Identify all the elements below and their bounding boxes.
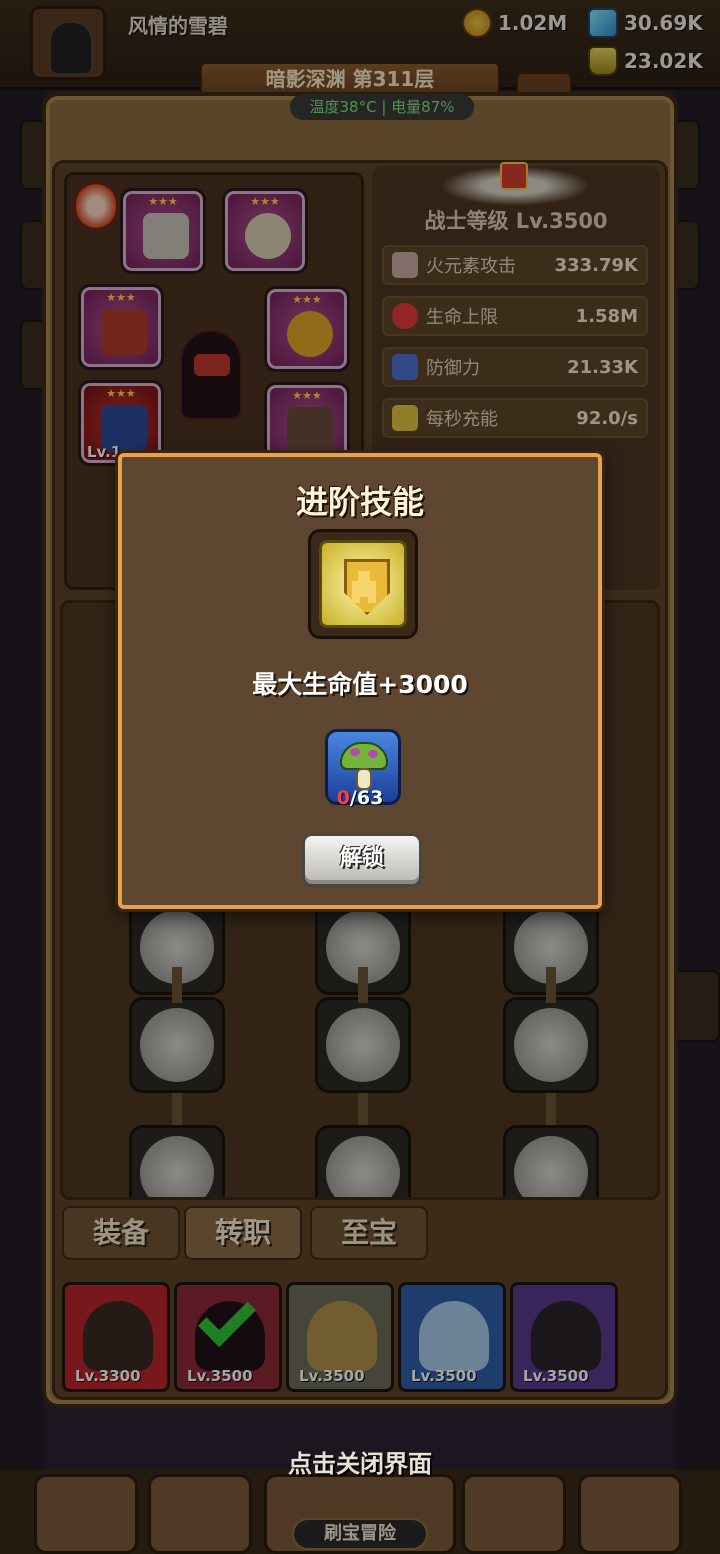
- mushroom-icon: [340, 742, 388, 770]
- skill-icon-frame: [308, 529, 418, 639]
- dialog-title: 进阶技能: [295, 483, 424, 521]
- gold-shield-plus-icon: [319, 540, 407, 628]
- skill-description: 最大生命值+3000: [252, 670, 468, 699]
- close-hint[interactable]: 点击关闭界面: [0, 1444, 720, 1479]
- unlock-button[interactable]: 解锁: [302, 833, 422, 887]
- advanced-skill-dialog: 进阶技能 最大生命值+3000 0/63 解锁: [118, 453, 602, 909]
- material-count: 0/63: [336, 787, 384, 809]
